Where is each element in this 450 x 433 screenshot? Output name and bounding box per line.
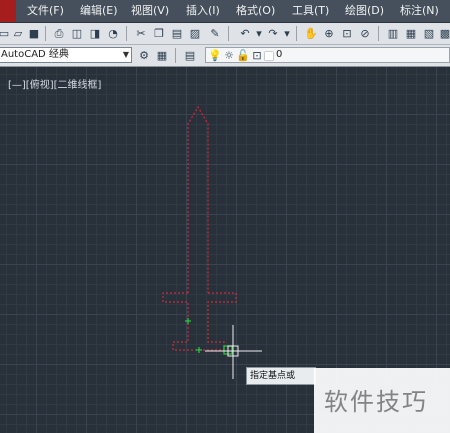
menu-format[interactable]: 格式(O) [236, 0, 275, 22]
menu-edit[interactable]: 编辑(E) [80, 0, 118, 22]
layer-manager-icon[interactable]: ▤ [183, 48, 197, 62]
zoom-window-icon[interactable]: ⊡ [340, 26, 354, 40]
watermark: 软件技巧 [314, 368, 450, 433]
menu-dimension[interactable]: 标注(N) [400, 0, 439, 22]
chevron-down-icon: ▼ [122, 50, 129, 59]
watermark-text: 软件技巧 [324, 388, 428, 416]
match-properties-icon[interactable]: ▨ [188, 26, 202, 40]
workspace-settings-icon[interactable]: ▦ [155, 48, 169, 62]
layer-color-icon: ■ [263, 48, 275, 62]
toolbar-separator [296, 26, 297, 41]
menu-view[interactable]: 视图(V) [131, 0, 169, 22]
zoom-realtime-icon[interactable]: ⊕ [322, 26, 336, 40]
workspaces-layers-toolbar: AutoCAD 经典 ▼ ⚙ ▦ ▤ 💡 ☼ 🔓 ⊡ ■ 0 [0, 45, 450, 67]
menu-bar: 文件(F) 编辑(E) 视图(V) 插入(I) 格式(O) 工具(T) 绘图(D… [0, 0, 450, 23]
open-icon[interactable]: ▱ [11, 26, 25, 40]
workspace-select[interactable]: AutoCAD 经典 ▼ [0, 47, 132, 63]
match-properties-icon[interactable]: ✎ [208, 26, 222, 40]
chevron-down-icon[interactable]: ▾ [280, 26, 294, 40]
properties-icon[interactable]: ▥ [386, 26, 400, 40]
menu-tools[interactable]: 工具(T) [292, 0, 329, 22]
workspace-select-value: AutoCAD 经典 [1, 49, 69, 60]
tool-palettes-icon[interactable]: ▧ [422, 26, 436, 40]
zoom-previous-icon[interactable]: ⊘ [358, 26, 372, 40]
menu-file[interactable]: 文件(F) [27, 0, 64, 22]
menu-insert[interactable]: 插入(I) [186, 0, 220, 22]
toolbar-separator [228, 26, 229, 41]
publish-icon[interactable]: ◨ [88, 26, 102, 40]
copy-icon[interactable]: ❐ [152, 26, 166, 40]
design-center-icon[interactable]: ▦ [404, 26, 418, 40]
cut-icon[interactable]: ✂ [134, 26, 148, 40]
layer-freeze-icon: ☼ [224, 48, 234, 62]
layer-on-icon: 💡 [208, 48, 222, 62]
toolbar-separator [175, 48, 176, 63]
save-icon[interactable]: ■ [27, 26, 41, 40]
dynamic-input-prompt: 指定基点或 [246, 367, 316, 385]
workspace-settings-icon[interactable]: ⚙ [137, 48, 151, 62]
layer-name: 0 [276, 49, 283, 60]
drawing-canvas[interactable]: [—][俯视][二维线框] 指定基点或 软件技巧 [0, 67, 450, 433]
sword-blade-outline [187, 105, 209, 293]
toolbar-separator [378, 26, 379, 41]
application-menu-button[interactable] [0, 0, 16, 22]
paste-icon[interactable]: ▤ [170, 26, 184, 40]
plot-preview-icon[interactable]: ◫ [70, 26, 84, 40]
undo-icon[interactable]: ↶ [238, 26, 252, 40]
redo-icon[interactable]: ↷ [266, 26, 280, 40]
sword-guard-outline [162, 292, 237, 351]
toolbar-separator [45, 26, 46, 41]
toolbar-separator [126, 26, 127, 41]
layer-lock-icon: 🔓 [236, 48, 250, 62]
pan-icon[interactable]: ✋ [304, 26, 318, 40]
plot-icon[interactable]: ⎙ [52, 26, 66, 40]
layer-select[interactable]: 💡 ☼ 🔓 ⊡ ■ 0 [205, 47, 450, 63]
standard-toolbar: ▭ ▱ ■ ⎙ ◫ ◨ ◔ ✂ ❐ ▤ ▨ ✎ ↶ ▾ ↷ ▾ ✋ ⊕ ⊡ ⊘ … [0, 23, 450, 45]
chevron-down-icon[interactable]: ▾ [252, 26, 266, 40]
menu-draw[interactable]: 绘图(D) [345, 0, 384, 22]
3d-print-icon[interactable]: ◔ [106, 26, 120, 40]
tool-palettes-icon[interactable]: ▩ [438, 26, 450, 40]
new-icon[interactable]: ▭ [0, 26, 11, 40]
